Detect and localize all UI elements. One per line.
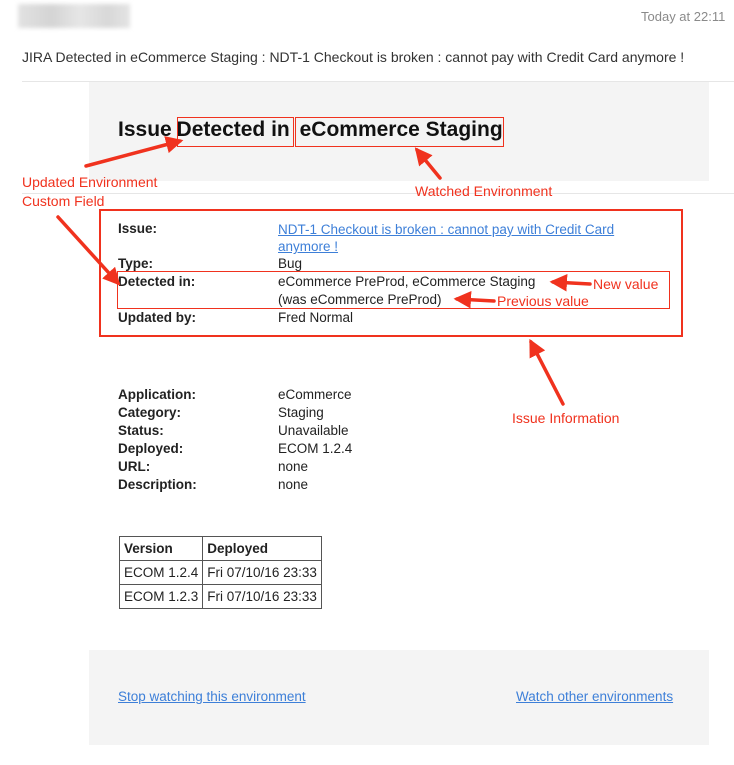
detected-highlight-box <box>177 117 294 147</box>
table-cell-version: ECOM 1.2.3 <box>118 584 204 609</box>
environment-row: Deployed: ECOM 1.2.4 <box>118 441 418 459</box>
table-cell-version: ECOM 1.2.4 <box>118 560 204 585</box>
environment-row-label: Deployed: <box>118 441 184 456</box>
environment-row: Category: Staging <box>118 405 418 423</box>
environment-row-value: ECOM 1.2.4 <box>278 441 353 456</box>
environment-row-value: none <box>278 477 309 492</box>
watch-other-link[interactable]: Watch other environments <box>516 689 673 704</box>
table-cell-deployed: Fri 07/10/16 23:33 <box>202 584 322 609</box>
annotation-watched-environment: Watched Environment <box>415 183 553 199</box>
arrow-to-issue-box <box>529 338 565 406</box>
annotation-previous-value: Previous value <box>497 293 589 309</box>
environment-row: Application: eCommerce <box>118 387 418 405</box>
environment-row-label: Status: <box>118 423 164 438</box>
table-row: ECOM 1.2.4 Fri 07/10/16 23:33 <box>118 560 322 585</box>
title-prefix: Issue <box>118 118 178 141</box>
environment-row-value: Staging <box>278 405 324 420</box>
annotation-updated-environment: Updated Environment Custom Field <box>22 173 157 211</box>
stop-watching-link[interactable]: Stop watching this environment <box>118 689 306 704</box>
environment-row: Status: Unavailable <box>118 423 418 441</box>
environment-row-label: Application: <box>118 387 196 402</box>
environment-row-value: Unavailable <box>278 423 349 438</box>
environment-row: URL: none <box>118 459 418 477</box>
blurred-sender-name <box>18 4 130 28</box>
environment-row-label: Description: <box>118 477 197 492</box>
table-header-version: Version <box>118 536 204 561</box>
environment-rows: Application: eCommerce Category: Staging Sta… <box>118 387 418 495</box>
table-header-row: Version Deployed <box>118 536 322 561</box>
annotation-issue-information: Issue Information <box>512 410 620 426</box>
environment-row-value: none <box>278 459 309 474</box>
environment-row-label: Category: <box>118 405 182 420</box>
annotation-new-value: New value <box>593 276 659 292</box>
annotation-updated-environment-line2: Custom Field <box>22 193 105 209</box>
table-header-deployed: Deployed <box>202 536 322 561</box>
environment-details: Application: eCommerce Category: Staging Sta… <box>118 387 418 495</box>
email-subject: JIRA Detected in eCommerce Staging : NDT… <box>22 49 685 65</box>
table-row: ECOM 1.2.3 Fri 07/10/16 23:33 <box>118 584 322 609</box>
versions-table: Version Deployed ECOM 1.2.4 Fri 07/10/16… <box>118 536 322 609</box>
environment-highlight-box <box>295 117 504 147</box>
email-timestamp: Today at 22:11 <box>641 9 726 24</box>
environment-row-label: URL: <box>118 459 151 474</box>
table-cell-deployed: Fri 07/10/16 23:33 <box>202 560 322 585</box>
environment-row-value: eCommerce <box>278 387 352 402</box>
annotation-updated-environment-line1: Updated Environment <box>22 174 158 190</box>
environment-row: Description: none <box>118 477 418 495</box>
